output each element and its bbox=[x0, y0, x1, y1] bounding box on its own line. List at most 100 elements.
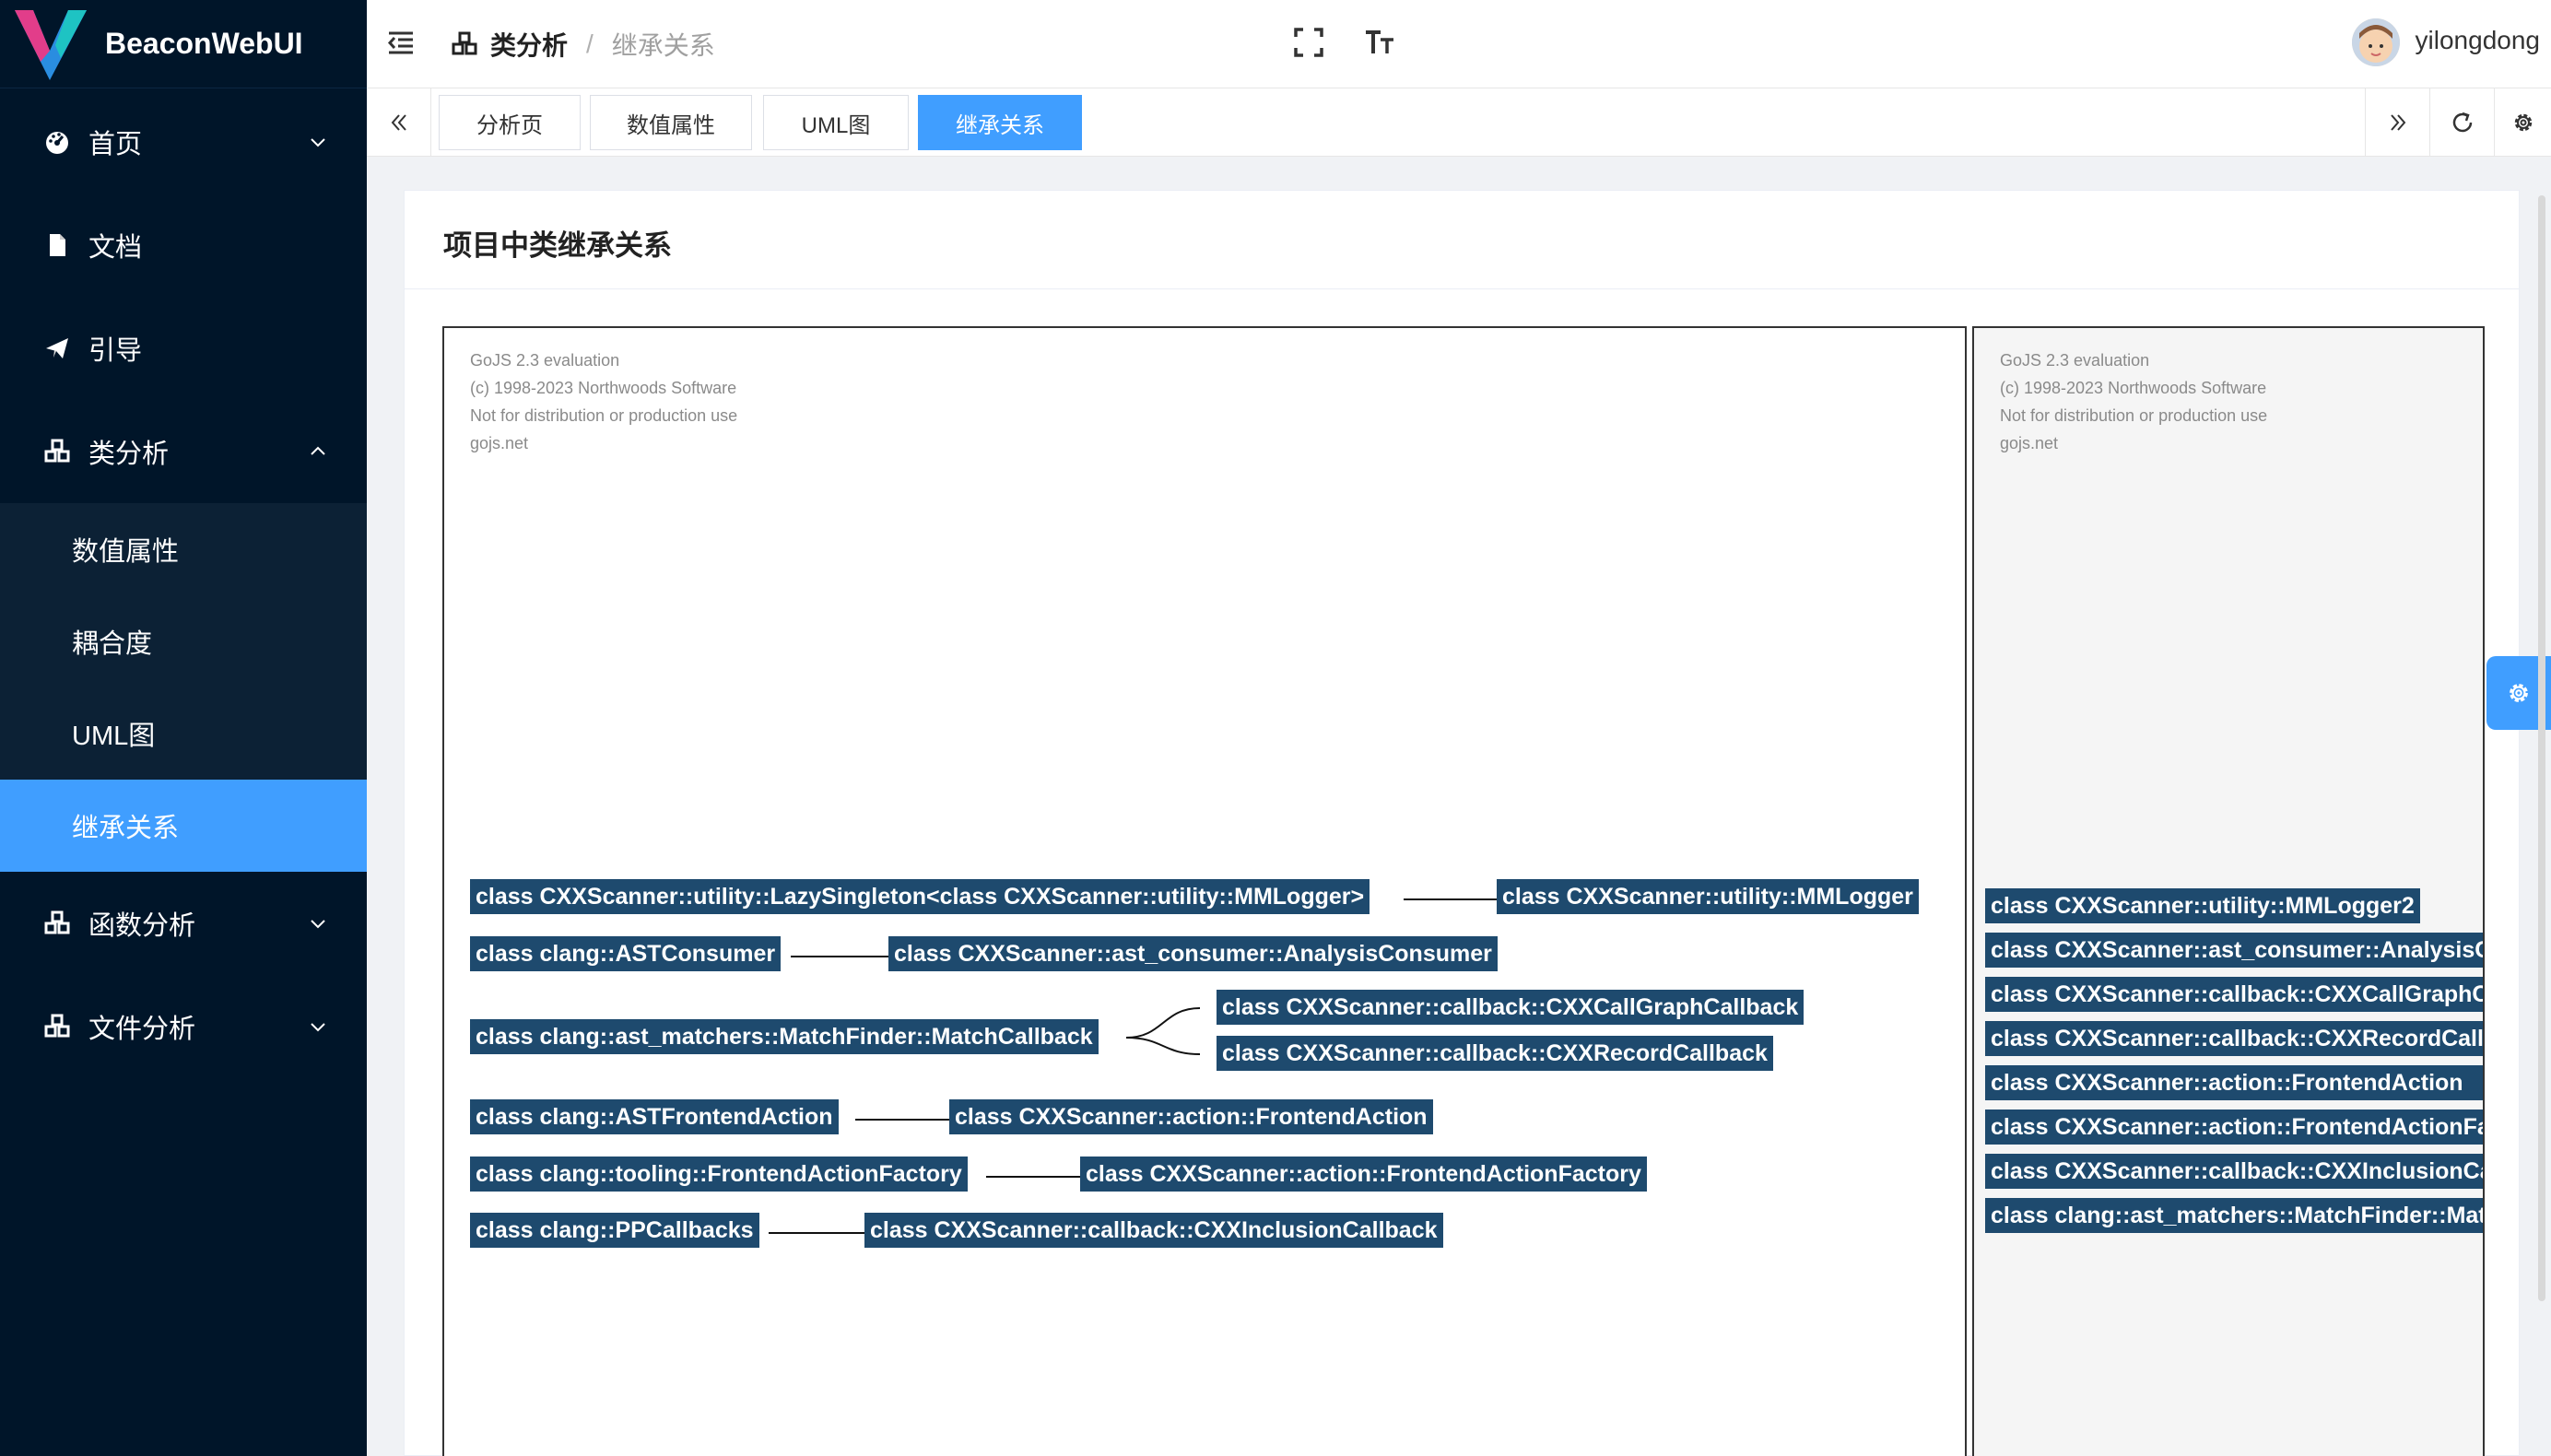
card-divider bbox=[405, 288, 2519, 289]
class-node[interactable]: class CXXScanner::callback::CXXCallGraph… bbox=[1217, 990, 1805, 1025]
gojs-watermark: GoJS 2.3 evaluation (c) 1998-2023 Northw… bbox=[470, 346, 737, 457]
breadcrumb-item-current: 继承关系 bbox=[611, 31, 715, 60]
class-node[interactable]: class CXXScanner::callback::CXXRecordCal… bbox=[1217, 1036, 1773, 1071]
sidebar-item-home[interactable]: 首页 bbox=[0, 96, 367, 188]
sidebar-subitem-label: 继承关系 bbox=[72, 814, 180, 843]
sidebar-subitem-coupling[interactable]: 耦合度 bbox=[0, 595, 367, 687]
sidebar-item-label: 引导 bbox=[88, 336, 143, 366]
tabs-scroll-left-button[interactable] bbox=[367, 88, 431, 157]
gear-icon bbox=[2510, 684, 2528, 702]
diagram-link bbox=[769, 1232, 866, 1234]
watermark-line: Not for distribution or production use bbox=[470, 406, 738, 425]
app-brand: BeaconWebUI bbox=[105, 27, 303, 60]
class-node[interactable]: class CXXScanner::action::FrontendAction… bbox=[1080, 1157, 1647, 1192]
tabs-settings-button[interactable] bbox=[2494, 88, 2551, 157]
sidebar-subitem-label: 数值属性 bbox=[72, 537, 180, 567]
class-node[interactable]: class clang::ASTFrontendAction bbox=[470, 1099, 839, 1134]
overview-node[interactable]: class CXXScanner::callback::CXXInclusion… bbox=[1985, 1154, 2483, 1189]
refresh-button[interactable] bbox=[2429, 88, 2494, 157]
watermark-line: GoJS 2.3 evaluation bbox=[2000, 351, 2150, 370]
watermark-line: gojs.net bbox=[2000, 434, 2059, 452]
sidebar-item-label: 首页 bbox=[88, 130, 143, 159]
chevron-up-icon bbox=[311, 446, 325, 455]
app-logo[interactable]: BeaconWebUI bbox=[0, 0, 367, 88]
class-node[interactable]: class CXXScanner::utility::MMLogger bbox=[1497, 879, 1919, 914]
beacon-logo-icon bbox=[15, 9, 87, 80]
send-icon bbox=[46, 338, 68, 358]
chevron-down-icon bbox=[311, 1023, 325, 1032]
overview-node[interactable]: class clang::ast_matchers::MatchFinder::… bbox=[1985, 1198, 2483, 1233]
gojs-watermark: GoJS 2.3 evaluation (c) 1998-2023 Northw… bbox=[2000, 346, 2267, 457]
username[interactable]: yilongdong bbox=[2416, 26, 2540, 55]
sidebar-item-label: 文档 bbox=[88, 233, 143, 263]
overview-node[interactable]: class CXXScanner::utility::MMLogger2 bbox=[1985, 888, 2420, 923]
sidebar-item-label: 文件分析 bbox=[88, 1015, 196, 1044]
cubes-icon bbox=[452, 31, 477, 55]
fullscreen-icon[interactable] bbox=[1294, 28, 1323, 57]
diagram-link-fork bbox=[1126, 1007, 1201, 1055]
overview-node[interactable]: class CXXScanner::action::FrontendAction… bbox=[1985, 1110, 2483, 1145]
class-node[interactable]: class CXXScanner::ast_consumer::Analysis… bbox=[888, 936, 1498, 971]
top-header: 类分析 / 继承关系 yilongdong bbox=[367, 0, 2551, 88]
class-node[interactable]: class clang::ast_matchers::MatchFinder::… bbox=[470, 1019, 1099, 1054]
sidebar-item-function-analysis[interactable]: 函数分析 bbox=[0, 877, 367, 969]
refresh-icon bbox=[2452, 112, 2472, 133]
tab-inheritance[interactable]: 继承关系 bbox=[918, 95, 1082, 150]
overview-node[interactable]: class CXXScanner::ast_consumer::Analysis… bbox=[1985, 933, 2483, 968]
sidebar-item-label: 类分析 bbox=[88, 440, 170, 469]
chevron-down-icon bbox=[311, 920, 325, 929]
sidebar-subitem-uml[interactable]: UML图 bbox=[0, 687, 367, 780]
sidebar-item-class-analysis[interactable]: 类分析 bbox=[0, 405, 367, 498]
sidebar-item-label: 函数分析 bbox=[88, 911, 196, 941]
tab-uml[interactable]: UML图 bbox=[763, 95, 909, 150]
avatar[interactable] bbox=[2352, 18, 2400, 66]
tabs-bar: 分析页 数值属性 UML图 继承关系 bbox=[367, 88, 2551, 157]
overview-node[interactable]: class CXXScanner::action::FrontendAction bbox=[1985, 1065, 2483, 1100]
overview-node[interactable]: class CXXScanner::callback::CXXRecordCal… bbox=[1985, 1021, 2483, 1056]
font-size-icon[interactable] bbox=[1364, 28, 1395, 57]
class-node[interactable]: class CXXScanner::utility::LazySingleton… bbox=[470, 879, 1370, 914]
page-scrollbar[interactable] bbox=[2536, 190, 2547, 1456]
cubes-icon bbox=[44, 1014, 70, 1038]
sidebar-subitem-label: UML图 bbox=[72, 722, 156, 751]
scrollbar-thumb[interactable] bbox=[2538, 195, 2545, 1301]
sidebar-item-file-analysis[interactable]: 文件分析 bbox=[0, 980, 367, 1073]
sidebar-item-guide[interactable]: 引导 bbox=[0, 302, 367, 394]
gear-icon bbox=[2514, 113, 2532, 132]
breadcrumb-separator: / bbox=[586, 29, 594, 58]
class-node[interactable]: class clang::PPCallbacks bbox=[470, 1213, 759, 1248]
sidebar: BeaconWebUI 首页 文档 引导 类分析 数值属性 耦合度 UML图 继… bbox=[0, 0, 367, 1456]
diagram-link bbox=[855, 1119, 951, 1121]
class-node[interactable]: class CXXScanner::callback::CXXInclusion… bbox=[864, 1213, 1443, 1248]
sidebar-subitem-inheritance[interactable]: 继承关系 bbox=[0, 780, 367, 872]
watermark-line: Not for distribution or production use bbox=[2000, 406, 2268, 425]
double-chevron-right-icon bbox=[2390, 114, 2405, 131]
class-node[interactable]: class CXXScanner::action::FrontendAction bbox=[949, 1099, 1433, 1134]
diagram-overview-panel[interactable]: GoJS 2.3 evaluation (c) 1998-2023 Northw… bbox=[1972, 326, 2485, 1456]
watermark-line: (c) 1998-2023 Northwoods Software bbox=[2000, 379, 2267, 397]
breadcrumb: 类分析 / 继承关系 bbox=[452, 24, 715, 65]
double-chevron-left-icon bbox=[391, 114, 406, 131]
sidebar-subitem-numeric[interactable]: 数值属性 bbox=[0, 503, 367, 595]
breadcrumb-item[interactable]: 类分析 bbox=[490, 26, 568, 63]
tab-analysis-page[interactable]: 分析页 bbox=[439, 95, 581, 150]
class-node[interactable]: class clang::tooling::FrontendActionFact… bbox=[470, 1157, 968, 1192]
class-node[interactable]: class clang::ASTConsumer bbox=[470, 936, 782, 971]
overview-node[interactable]: class CXXScanner::callback::CXXCallGraph… bbox=[1985, 977, 2483, 1012]
watermark-line: (c) 1998-2023 Northwoods Software bbox=[470, 379, 737, 397]
tabs-scroll-right-button[interactable] bbox=[2365, 88, 2429, 157]
chevron-down-icon bbox=[311, 138, 325, 147]
diagram-link bbox=[791, 956, 888, 957]
menu-fold-icon[interactable] bbox=[385, 28, 417, 59]
watermark-line: gojs.net bbox=[470, 434, 529, 452]
diagram-link bbox=[1404, 898, 1498, 900]
tab-numeric-attributes[interactable]: 数值属性 bbox=[590, 95, 752, 150]
dashboard-icon bbox=[46, 132, 68, 154]
document-icon bbox=[50, 234, 65, 256]
cubes-icon bbox=[44, 439, 70, 463]
sidebar-subitem-label: 耦合度 bbox=[72, 629, 153, 659]
avatar-face-icon bbox=[2352, 18, 2400, 66]
card-title: 项目中类继承关系 bbox=[443, 229, 672, 262]
inheritance-diagram-canvas[interactable]: GoJS 2.3 evaluation (c) 1998-2023 Northw… bbox=[442, 326, 1967, 1456]
sidebar-item-docs[interactable]: 文档 bbox=[0, 199, 367, 291]
